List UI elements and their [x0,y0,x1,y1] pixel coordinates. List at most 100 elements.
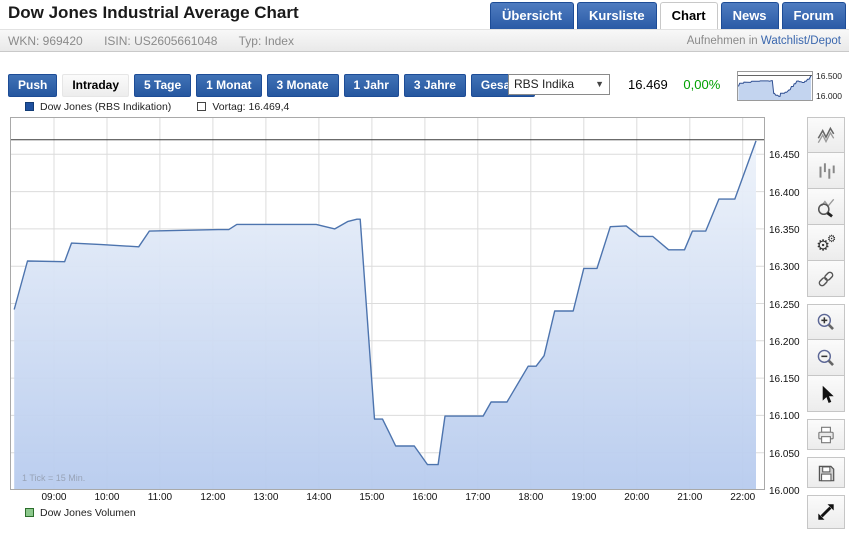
x-axis-label: 22:00 [726,492,760,503]
x-axis-label: 13:00 [249,492,283,503]
gear-icon: ⚙ ⚙ [815,232,837,254]
save-tool-button[interactable] [807,457,845,488]
range-button[interactable]: 1 Jahr [344,74,399,97]
header-tab[interactable]: Forum [782,2,846,29]
y-axis-label: 16.350 [769,225,800,236]
x-axis-label: 16:00 [408,492,442,503]
x-axis-label: 17:00 [461,492,495,503]
link-icon [815,268,837,290]
y-axis-label: 16.300 [769,262,800,273]
tick-note: 1 Tick = 15 Min. [22,473,85,483]
settings-tool-button[interactable]: ⚙ ⚙ [807,225,845,261]
price-area [14,141,756,490]
x-axis-label: 12:00 [196,492,230,503]
indication-select-value: RBS Indika [514,77,574,91]
x-axis-label: 15:00 [355,492,389,503]
range-buttons: Intraday5 Tage1 Monat 3 Monate1 Jahr3 Jah… [62,74,535,97]
typ-label: Typ: Index [239,34,294,48]
save-group [807,457,845,488]
y-axis-label: 16.150 [769,374,800,385]
quote: 16.469 0,00% [628,77,720,92]
price-chart-canvas: 1 Tick = 15 Min. [10,117,765,490]
x-axis-label: 09:00 [37,492,71,503]
header-tab[interactable]: News [721,2,779,29]
series-checkbox-icon [25,102,34,111]
mini-chart-label-bottom: 16.000 [816,91,842,101]
wkn-label: WKN: 969420 [8,34,83,48]
y-axis-label: 16.250 [769,300,800,311]
watchlist-link[interactable]: Watchlist/Depot [761,35,841,47]
legend-series-toggle[interactable]: Dow Jones (RBS Indikation) [25,101,171,113]
page: { "header": { "title": "Dow Jones Indust… [0,0,849,529]
range-button[interactable]: 3 Monate [267,74,339,97]
zoom-in-tool-button[interactable] [807,304,845,340]
chart-toolbar: Push Intraday5 Tage1 Monat 3 Monate1 Jahr… [8,74,535,97]
watchlist-prefix: Aufnehmen in [687,35,758,47]
x-axis-label: 18:00 [514,492,548,503]
zoom-chart-tool-button[interactable] [807,189,845,225]
line-chart-tool-button[interactable] [807,117,845,153]
y-axis-label: 16.100 [769,411,800,422]
chart-tool-sidebar: ⚙ ⚙ [807,117,845,536]
chart-type-group: ⚙ ⚙ [807,117,845,297]
push-button[interactable]: Push [8,74,57,97]
isin-label: ISIN: US2605661048 [104,34,217,48]
mini-chart-label-top: 16.500 [816,71,842,81]
last-price: 16.469 [628,77,668,92]
chevron-down-icon: ▼ [595,75,604,94]
zoom-group [807,304,845,412]
change-percent: 0,00% [683,77,720,92]
x-axis-label: 11:00 [143,492,177,503]
x-axis-label: 14:00 [302,492,336,503]
zoom-in-icon [815,311,837,333]
range-button[interactable]: Intraday [62,74,129,97]
chart-legend: Dow Jones (RBS Indikation) Vortag: 16.46… [25,101,289,113]
x-axis-label: 19:00 [567,492,601,503]
cursor-icon [815,383,837,405]
print-group [807,419,845,450]
fullscreen-tool-button[interactable] [807,495,845,529]
header-tab[interactable]: Chart [660,2,718,29]
chart-magnifier-icon [815,196,837,218]
fullscreen-group [807,495,845,529]
print-tool-button[interactable] [807,419,845,450]
header-tab[interactable]: Kursliste [577,2,657,29]
bar-chart-tool-button[interactable] [807,153,845,189]
range-button[interactable]: 1 Monat [196,74,261,97]
header-tab[interactable]: Übersicht [490,2,574,29]
zoom-out-tool-button[interactable] [807,340,845,376]
indication-select[interactable]: RBS Indika ▼ [508,74,610,95]
vortag-checkbox-icon [197,102,206,111]
y-axis-label: 16.400 [769,188,800,199]
x-axis-label: 10:00 [90,492,124,503]
y-axis-label: 16.200 [769,337,800,348]
zoom-out-icon [815,347,837,369]
printer-icon [815,424,837,446]
cursor-tool-button[interactable] [807,376,845,412]
volume-legend-label: Dow Jones Volumen [40,507,136,519]
range-button[interactable]: 3 Jahre [404,74,466,97]
page-title: Dow Jones Industrial Average Chart [8,3,299,23]
bar-chart-icon [815,160,837,182]
save-icon [815,462,837,484]
instrument-info: WKN: 969420 ISIN: US2605661048 Typ: Inde… [8,34,312,48]
y-axis-label: 16.450 [769,150,800,161]
x-axis: 09:00 10:00 11:00 12:00 13:00 14:00 15:00 16:00… [0,492,800,504]
svg-text:⚙: ⚙ [827,233,836,244]
legend-vortag-label: Vortag: 16.469,4 [212,101,289,113]
legend-series-label: Dow Jones (RBS Indikation) [40,101,171,113]
header-tabs: ÜbersichtKurslisteChartNewsForum [490,2,846,29]
instrument-info-bar: WKN: 969420 ISIN: US2605661048 Typ: Inde… [0,29,849,52]
range-button[interactable]: 5 Tage [134,74,191,97]
watchlist-area: Aufnehmen in Watchlist/Depot [687,30,841,52]
x-axis-label: 20:00 [620,492,654,503]
legend-vortag-toggle[interactable]: Vortag: 16.469,4 [197,101,289,113]
draw-tool-button[interactable] [807,261,845,297]
price-chart[interactable]: 1 Tick = 15 Min. [10,117,765,490]
y-axis-label: 16.050 [769,449,800,460]
mini-chart: 16.500 16.000 [737,71,842,101]
mini-chart-labels: 16.500 16.000 [816,71,842,101]
volume-legend-toggle[interactable]: Dow Jones Volumen [25,507,136,519]
fullscreen-icon [815,501,837,523]
line-chart-icon [815,124,837,146]
